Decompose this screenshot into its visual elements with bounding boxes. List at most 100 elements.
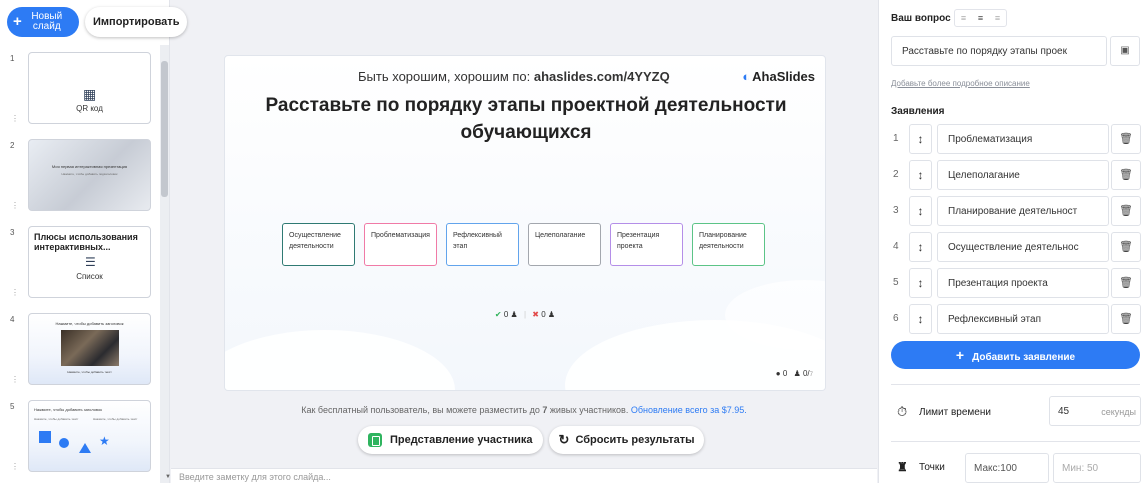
- new-slide-button[interactable]: + Новый слайд: [7, 7, 79, 37]
- plus-icon: +: [955, 347, 965, 363]
- thumbnail-title: Нажмите, чтобы добавить заголовок: [55, 321, 124, 326]
- time-limit-input[interactable]: 45 секунды: [1049, 396, 1141, 426]
- drag-handle-icon[interactable]: ⋮: [11, 201, 19, 210]
- trash-icon[interactable]: 🗑: [1111, 160, 1141, 190]
- drag-handle-icon[interactable]: ⋮: [11, 288, 19, 297]
- slide-thumbnail[interactable]: ▦ QR код: [28, 52, 151, 124]
- points-label: Точки: [919, 462, 945, 473]
- slide-number: 2: [10, 141, 15, 150]
- reset-icon: ↻: [558, 432, 570, 447]
- participant-view-label: Представление участника: [390, 434, 533, 446]
- statement-number: 4: [893, 241, 899, 252]
- statement-input[interactable]: Презентация проекта: [937, 268, 1109, 298]
- brand-logo: ◐ AhaSlides: [742, 69, 815, 84]
- add-statement-button[interactable]: + Добавить заявление: [891, 341, 1140, 369]
- sidebar-scrollbar-thumb[interactable]: [161, 61, 168, 197]
- statement-input[interactable]: Проблематизация: [937, 124, 1109, 154]
- order-item: Осуществление деятельности: [282, 223, 355, 266]
- trash-icon[interactable]: 🗑: [1111, 268, 1141, 298]
- slide-number: 4: [10, 315, 15, 324]
- trash-icon[interactable]: 🗑: [1111, 232, 1141, 262]
- thumbnail-text-right: Нажмите, чтобы добавить текст: [93, 417, 138, 421]
- slide-type-label: Список: [76, 272, 103, 281]
- time-limit-value: 45: [1058, 406, 1070, 417]
- slide-notes-input[interactable]: Введите заметку для этого слайда...: [171, 468, 877, 483]
- thumbnail-title: Плюсы использования интерактивных...: [34, 232, 138, 252]
- new-slide-label: Новый слайд: [31, 11, 63, 32]
- text-align-group: ≡ ≡ ≡: [954, 9, 1007, 27]
- points-icon: ♜: [897, 460, 908, 474]
- reset-results-label: Сбросить результаты: [575, 434, 695, 446]
- slide-preview[interactable]: Быть хорошим, хорошим по: ahaslides.com/…: [224, 55, 826, 391]
- slide-thumbnail[interactable]: Плюсы использования интерактивных... ☰ С…: [28, 226, 151, 298]
- slide-thumbnail[interactable]: Нажмите, чтобы добавить заголовок Нажмит…: [28, 400, 151, 472]
- statement-input[interactable]: Планирование деятельност: [937, 196, 1109, 226]
- slide-thumbnail[interactable]: Нажмите, чтобы добавить заголовок Нажмит…: [28, 313, 151, 385]
- add-statement-label: Добавить заявление: [972, 352, 1076, 363]
- thumbnail-title: Моя первая интерактивная презентация: [51, 164, 128, 169]
- slide-thumbnail[interactable]: Моя первая интерактивная презентация Наж…: [28, 139, 151, 211]
- join-instructions: Быть хорошим, хорошим по: ahaslides.com/…: [358, 69, 670, 84]
- collapse-arrow-icon[interactable]: ▼: [165, 474, 171, 480]
- drag-handle-icon[interactable]: ⋮: [11, 114, 19, 123]
- sidebar-scrollbar[interactable]: [160, 45, 169, 483]
- drag-handle-icon[interactable]: ⋮: [11, 375, 19, 384]
- wrong-count: 0: [541, 310, 546, 319]
- drag-handle-icon[interactable]: ⋮: [11, 462, 19, 471]
- align-left-icon[interactable]: ≡: [955, 10, 972, 26]
- upgrade-prefix: Как бесплатный пользователь, вы можете р…: [301, 405, 543, 415]
- statement-input[interactable]: Рефлексивный этап: [937, 304, 1109, 334]
- drag-handle-icon[interactable]: ↕: [909, 304, 932, 334]
- align-center-icon[interactable]: ≡: [972, 10, 989, 26]
- drag-handle-icon[interactable]: ↕: [909, 196, 932, 226]
- slide-header: Быть хорошим, хорошим по: ahaslides.com/…: [225, 64, 825, 84]
- trash-icon[interactable]: 🗑: [1111, 124, 1141, 154]
- statement-row: 6 ↕ Рефлексивный этап 🗑: [891, 304, 1141, 334]
- ahaslides-logo-icon: ◐: [742, 69, 751, 84]
- divider: [891, 441, 1140, 442]
- statement-row: 3 ↕ Планирование деятельност 🗑: [891, 196, 1141, 226]
- drag-handle-icon[interactable]: ↕: [909, 232, 932, 262]
- statement-number: 2: [893, 169, 899, 180]
- statement-row: 1 ↕ Проблематизация 🗑: [891, 124, 1141, 154]
- time-unit-label: секунды: [1101, 407, 1136, 417]
- statement-row: 4 ↕ Осуществление деятельнос 🗑: [891, 232, 1141, 262]
- correct-count: 0: [503, 310, 509, 319]
- slide-number: 5: [10, 402, 15, 411]
- person-icon: ♟: [510, 310, 518, 319]
- image-upload-icon[interactable]: ▣: [1110, 36, 1140, 66]
- align-right-icon[interactable]: ≡: [989, 10, 1006, 26]
- thumbnail-caption: Нажмите, чтобы добавить текст: [67, 370, 112, 374]
- question-input[interactable]: Расставьте по порядку этапы проек: [891, 36, 1107, 66]
- drag-handle-icon[interactable]: ↕: [909, 268, 932, 298]
- upgrade-link[interactable]: Обновление всего за $7.95.: [631, 405, 747, 415]
- trash-icon[interactable]: 🗑: [1111, 304, 1141, 334]
- time-limit-label: Лимит времени: [919, 407, 991, 418]
- thumbnail-photo: [61, 330, 119, 366]
- order-item: Планирование деятельности: [692, 223, 765, 266]
- statement-input[interactable]: Осуществление деятельнос: [937, 232, 1109, 262]
- drag-handle-icon[interactable]: ↕: [909, 124, 932, 154]
- add-description-link[interactable]: Добавьте более подробное описание: [891, 79, 1030, 88]
- trash-icon[interactable]: 🗑: [1111, 196, 1141, 226]
- order-item: Целеполагание: [528, 223, 601, 266]
- points-max-input[interactable]: Макс:100: [965, 453, 1049, 483]
- order-item: Проблематизация: [364, 223, 437, 266]
- join-url: ahaslides.com/4YYZQ: [533, 69, 670, 84]
- participants-count: 0: [802, 369, 808, 378]
- statements-label: Заявления: [891, 106, 945, 117]
- slide-type-label: QR код: [76, 104, 103, 113]
- statement-number: 6: [893, 313, 899, 324]
- slide-title: Расставьте по порядку этапы проектной де…: [265, 95, 787, 143]
- person-icon: ♟: [547, 310, 556, 319]
- drag-handle-icon[interactable]: ↕: [909, 160, 932, 190]
- points-min-input[interactable]: Мин: 50: [1053, 453, 1141, 483]
- correct-icon: ✔: [494, 310, 502, 319]
- slides-sidebar: + Новый слайд Импортировать 1 ⋮ ▦ QR код…: [0, 0, 188, 483]
- participant-view-button[interactable]: Представление участника: [358, 426, 543, 454]
- brand-name: AhaSlides: [752, 69, 815, 84]
- thumbnail-title: Нажмите, чтобы добавить заголовок: [34, 407, 102, 412]
- reset-results-button[interactable]: ↻ Сбросить результаты: [548, 426, 705, 454]
- phone-icon: [368, 433, 382, 447]
- statement-input[interactable]: Целеполагание: [937, 160, 1109, 190]
